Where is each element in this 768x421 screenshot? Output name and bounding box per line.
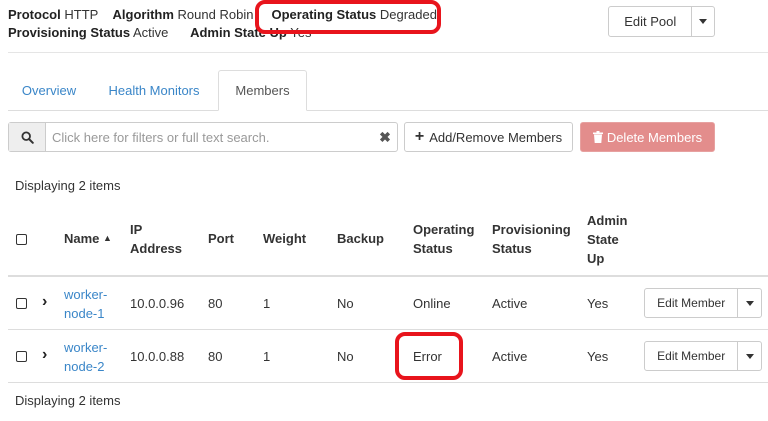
column-backup-header[interactable]: Backup — [337, 229, 384, 248]
edit-member-label: Edit Member — [657, 296, 726, 310]
tab-members-label: Members — [235, 83, 290, 98]
edit-member-label: Edit Member — [657, 349, 726, 363]
row-divider — [8, 382, 768, 383]
add-remove-members-label: Add/Remove Members — [429, 129, 563, 145]
filter-search-bar: ✖ — [8, 122, 398, 152]
column-admin-label-2: State — [587, 232, 619, 247]
edit-member-split-button: Edit Member — [644, 341, 762, 371]
column-operating-label-1: Operating — [413, 222, 475, 237]
member-ip: 10.0.0.96 — [130, 296, 185, 311]
column-name-label: Name — [64, 231, 100, 246]
column-admin-state-header[interactable]: Admin State Up — [587, 211, 627, 268]
item-count: Displaying 2 items — [15, 178, 121, 193]
search-input[interactable] — [46, 123, 373, 151]
tab-overview-label: Overview — [21, 82, 77, 98]
caret-down-icon — [699, 19, 708, 24]
provisioning-status-label: Provisioning Status — [8, 25, 131, 40]
close-icon[interactable]: ✖ — [373, 123, 397, 151]
member-backup: No — [337, 296, 354, 311]
delete-members-button[interactable]: Delete Members — [580, 122, 715, 152]
footer-item-count: Displaying 2 items — [15, 393, 121, 408]
member-backup: No — [337, 349, 354, 364]
caret-down-icon — [745, 300, 754, 306]
column-operating-label-2: Status — [413, 241, 453, 256]
row-select-checkbox[interactable] — [16, 351, 27, 362]
edit-member-button[interactable]: Edit Member — [645, 289, 739, 317]
tab-health-monitors[interactable]: Health Monitors — [96, 70, 212, 110]
member-name-part-2: node-2 — [64, 359, 105, 374]
column-ip-label-1: IP — [130, 222, 143, 237]
member-name-link[interactable]: worker- node-1 — [64, 285, 107, 323]
add-remove-members-button[interactable]: + Add/Remove Members — [404, 122, 573, 152]
column-admin-label-1: Admin — [587, 213, 628, 228]
header-divider — [8, 52, 768, 53]
member-admin-state: Yes — [587, 349, 609, 364]
member-provisioning-status: Active — [492, 296, 528, 311]
edit-member-dropdown-toggle[interactable] — [738, 342, 761, 370]
tab-health-monitors-label: Health Monitors — [108, 82, 200, 98]
member-admin-state: Yes — [587, 296, 609, 311]
column-ip-address-header[interactable]: IP Address — [130, 220, 182, 258]
delete-members-label: Delete Members — [606, 129, 703, 145]
algorithm-label: Algorithm — [112, 7, 174, 22]
column-operating-status-header[interactable]: Operating Status — [413, 220, 474, 258]
column-name-header[interactable]: Name ▲ — [64, 229, 112, 250]
edit-member-dropdown-toggle[interactable] — [738, 289, 761, 317]
caret-down-icon — [745, 353, 754, 359]
member-port: 80 — [208, 349, 223, 364]
edit-pool-dropdown-toggle[interactable] — [692, 7, 714, 36]
tab-overview[interactable]: Overview — [8, 70, 90, 110]
column-provisioning-label-2: Status — [492, 241, 532, 256]
column-admin-label-3: Up — [587, 251, 605, 266]
edit-member-button[interactable]: Edit Member — [645, 342, 739, 370]
table-header-divider — [8, 275, 768, 277]
member-provisioning-status: Active — [492, 349, 528, 364]
chevron-right-icon[interactable]: › — [42, 294, 47, 310]
plus-icon: + — [414, 128, 425, 145]
tabs-baseline — [8, 110, 768, 111]
member-name-part-1: worker- — [64, 340, 108, 355]
member-weight: 1 — [263, 296, 271, 311]
operating-status-highlight — [255, 0, 441, 34]
member-port: 80 — [208, 296, 223, 311]
member-weight: 1 — [263, 349, 271, 364]
row-divider — [8, 329, 768, 330]
column-port-header[interactable]: Port — [208, 229, 234, 248]
chevron-right-icon[interactable]: › — [42, 347, 47, 363]
protocol-label: Protocol — [8, 7, 61, 22]
member-name-part-1: worker- — [64, 287, 108, 302]
algorithm-value: Round Robin — [177, 7, 254, 22]
column-provisioning-status-header[interactable]: Provisioning Status — [492, 220, 571, 258]
tab-members[interactable]: Members — [218, 70, 307, 111]
sort-ascending-icon: ▲ — [103, 233, 112, 243]
error-status-highlight — [395, 332, 463, 380]
member-operating-status: Online — [413, 296, 451, 311]
row-select-checkbox[interactable] — [16, 298, 27, 309]
edit-pool-label: Edit Pool — [624, 14, 677, 29]
member-name-link[interactable]: worker- node-2 — [64, 338, 107, 376]
protocol-value: HTTP — [64, 7, 99, 22]
edit-pool-split-button: Edit Pool — [608, 6, 715, 37]
column-ip-label-2: Address — [130, 241, 183, 256]
edit-member-split-button: Edit Member — [644, 288, 762, 318]
search-button[interactable] — [9, 123, 46, 151]
column-provisioning-label-1: Provisioning — [492, 222, 571, 237]
member-ip: 10.0.0.88 — [130, 349, 185, 364]
edit-pool-button[interactable]: Edit Pool — [609, 7, 693, 36]
member-name-part-2: node-1 — [64, 306, 105, 321]
provisioning-status-value: Active — [132, 25, 169, 40]
trash-icon — [592, 131, 603, 143]
column-weight-header[interactable]: Weight — [263, 229, 306, 248]
search-icon — [20, 130, 34, 144]
select-all-checkbox[interactable] — [16, 234, 27, 245]
